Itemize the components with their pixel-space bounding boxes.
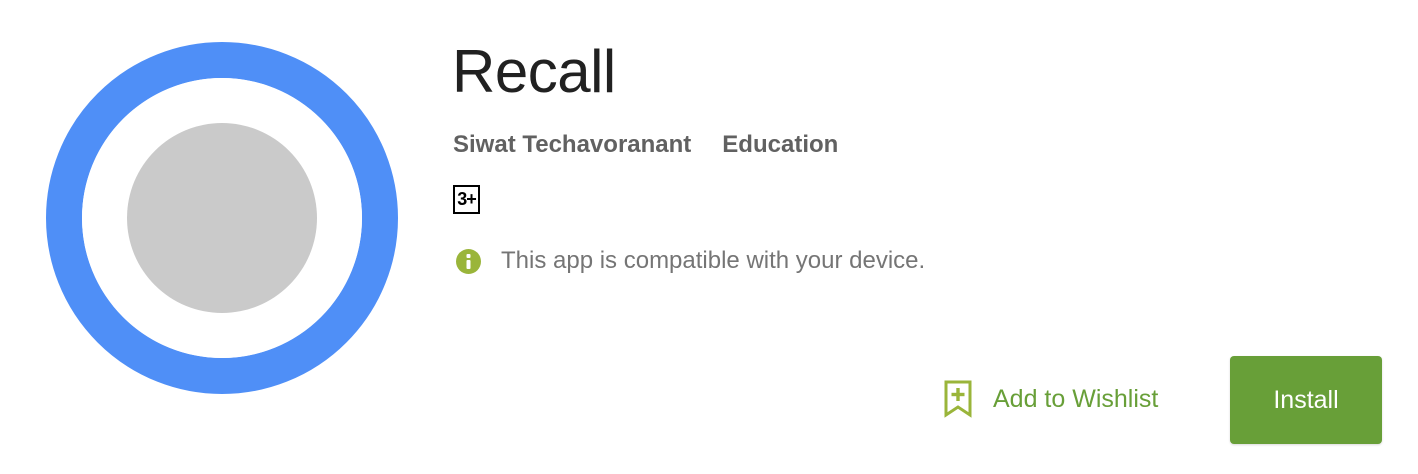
app-title: Recall — [452, 38, 616, 105]
compatibility-notice: This app is compatible with your device. — [456, 246, 925, 276]
app-logo-ring-icon — [46, 42, 398, 394]
app-details-header: Recall Siwat Techavoranant Education 3+ … — [0, 0, 1418, 474]
add-to-wishlist-button[interactable]: Add to Wishlist — [943, 380, 1158, 418]
content-rating-badge: 3+ — [453, 185, 480, 214]
bookmark-plus-icon — [944, 380, 972, 418]
app-icon — [46, 42, 398, 394]
app-meta: Siwat Techavoranant Education — [453, 130, 838, 160]
info-icon — [456, 248, 481, 274]
wishlist-label: Add to Wishlist — [993, 385, 1159, 413]
compatibility-text: This app is compatible with your device. — [501, 247, 926, 274]
developer-link[interactable]: Siwat Techavoranant — [453, 130, 691, 160]
install-button[interactable]: Install — [1230, 356, 1382, 444]
category-link[interactable]: Education — [722, 130, 838, 160]
